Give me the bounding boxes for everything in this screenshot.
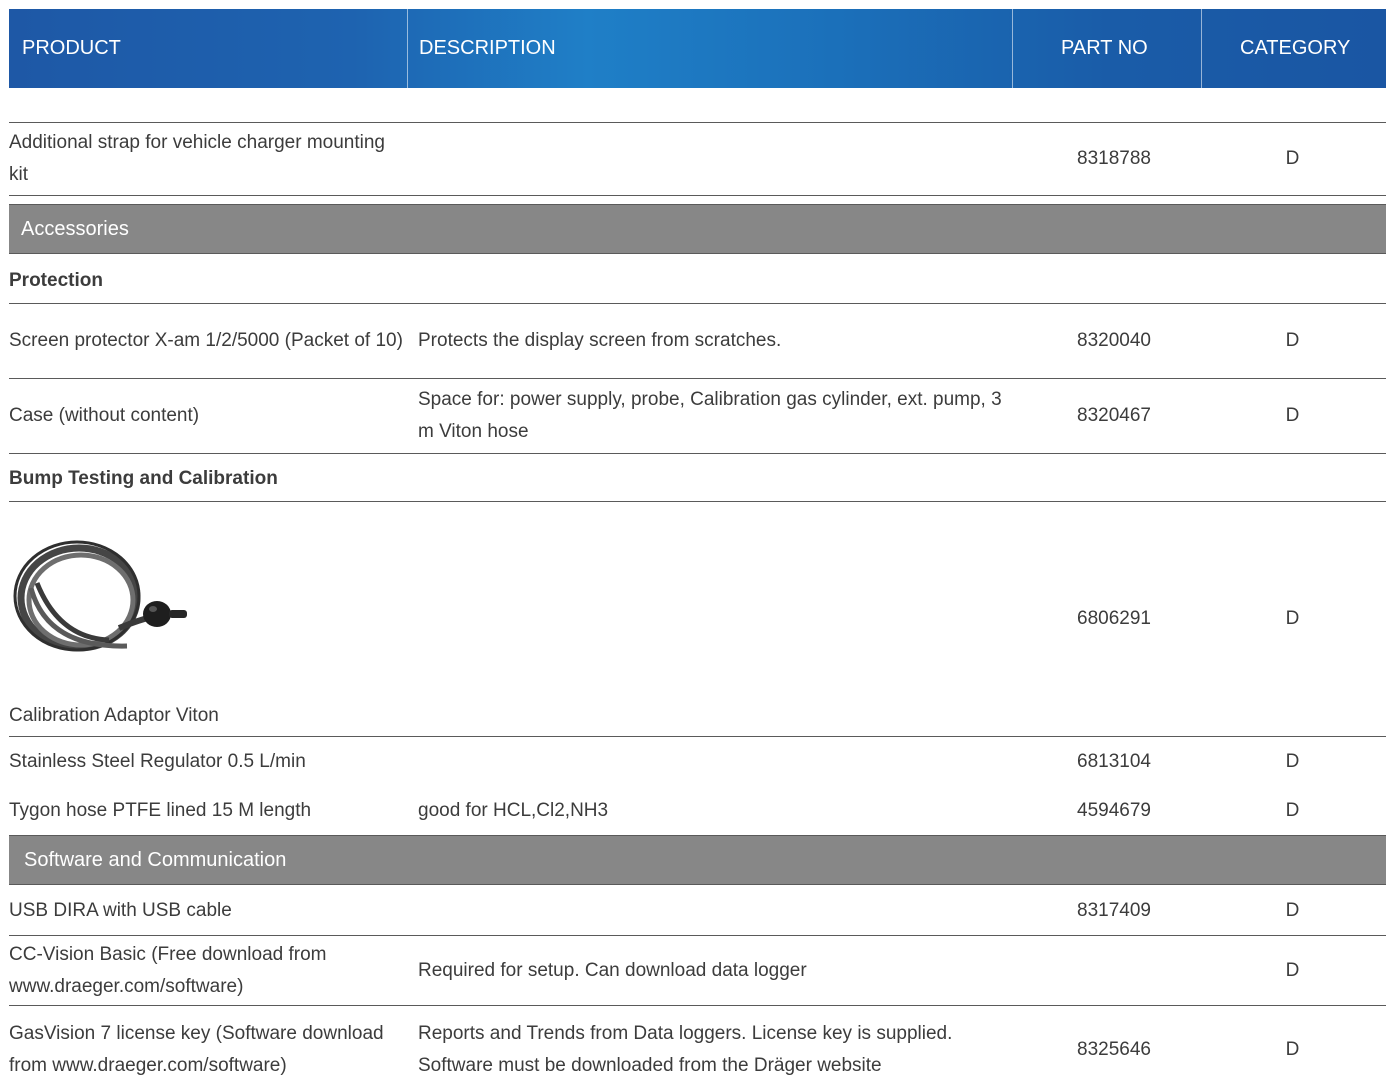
header-category: CATEGORY <box>1240 37 1351 59</box>
product-cell: CC-Vision Basic (Free download from www.… <box>9 943 327 997</box>
table-row: Stainless Steel Regulator 0.5 L/min 6813… <box>9 737 1386 787</box>
table-row: Case (without content) Space for: power … <box>9 379 1386 453</box>
description-cell: Protects the display screen from scratch… <box>418 330 782 351</box>
table-row: Tygon hose PTFE lined 15 M length good f… <box>9 787 1386 835</box>
product-cell: Calibration Adaptor Viton <box>9 705 219 726</box>
description-cell: Space for: power supply, probe, Calibrat… <box>418 389 1002 442</box>
product-cell: Case (without content) <box>9 405 200 426</box>
header-description: DESCRIPTION <box>419 37 556 59</box>
category-cell: D <box>1285 330 1300 351</box>
part-no-cell: 8317409 <box>1077 899 1151 921</box>
header-divider <box>1012 9 1013 88</box>
part-no-cell: 4594679 <box>1077 800 1151 821</box>
category-cell: D <box>1285 608 1300 629</box>
description-cell: Required for setup. Can download data lo… <box>418 959 807 981</box>
table-row: USB DIRA with USB cable 8317409 D <box>9 886 1386 935</box>
description-cell: Reports and Trends from Data loggers. Li… <box>418 1023 953 1076</box>
product-cell: USB DIRA with USB cable <box>9 899 232 921</box>
product-cell: GasVision 7 license key (Software downlo… <box>9 1023 384 1076</box>
part-no-cell <box>1019 936 1209 1005</box>
product-cell: Additional strap for vehicle charger mou… <box>9 132 385 185</box>
category-cell: D <box>1285 148 1300 169</box>
table-row: Additional strap for vehicle charger mou… <box>9 123 1386 195</box>
product-cell: Stainless Steel Regulator 0.5 L/min <box>9 751 306 772</box>
header-divider <box>407 9 408 88</box>
category-cell: D <box>1285 959 1300 981</box>
product-cell: Screen protector X-am 1/2/5000 (Packet o… <box>9 330 403 351</box>
row-divider <box>9 1005 1386 1006</box>
header-product: PRODUCT <box>22 37 121 59</box>
category-cell: D <box>1285 800 1300 821</box>
description-cell <box>418 737 1018 787</box>
section-software: Software and Communication <box>9 835 1386 885</box>
description-cell <box>418 502 1018 736</box>
part-no-cell: 8318788 <box>1077 148 1151 169</box>
section-accessories: Accessories <box>9 204 1386 254</box>
part-no-cell: 6813104 <box>1077 751 1151 772</box>
table-row: CC-Vision Basic (Free download from www.… <box>9 936 1386 1005</box>
part-no-cell: 8320040 <box>1077 330 1151 351</box>
header-part-no: PART NO <box>1061 37 1148 59</box>
category-cell: D <box>1285 405 1300 426</box>
part-no-cell: 8325646 <box>1077 1039 1151 1060</box>
header-divider <box>1201 9 1202 88</box>
category-cell: D <box>1285 751 1300 772</box>
description-cell <box>418 886 1018 935</box>
subhead-protection: Protection <box>9 270 103 291</box>
category-cell: D <box>1285 1039 1300 1060</box>
table-row: GasVision 7 license key (Software downlo… <box>9 1014 1386 1086</box>
part-no-cell: 8320467 <box>1077 405 1151 426</box>
part-no-cell: 6806291 <box>1077 608 1151 629</box>
table-row: Calibration Adaptor Viton 6806291 D <box>9 502 1386 736</box>
row-divider <box>9 195 1386 196</box>
description-cell <box>418 123 1018 195</box>
subhead-bump-testing: Bump Testing and Calibration <box>9 468 278 489</box>
description-cell: good for HCL,Cl2,NH3 <box>418 800 609 821</box>
product-cell: Tygon hose PTFE lined 15 M length <box>9 800 312 821</box>
category-cell: D <box>1285 899 1300 921</box>
row-divider <box>9 453 1386 454</box>
table-row: Screen protector X-am 1/2/5000 (Packet o… <box>9 304 1386 378</box>
table-header: PRODUCT DESCRIPTION PART NO CATEGORY <box>9 9 1386 88</box>
